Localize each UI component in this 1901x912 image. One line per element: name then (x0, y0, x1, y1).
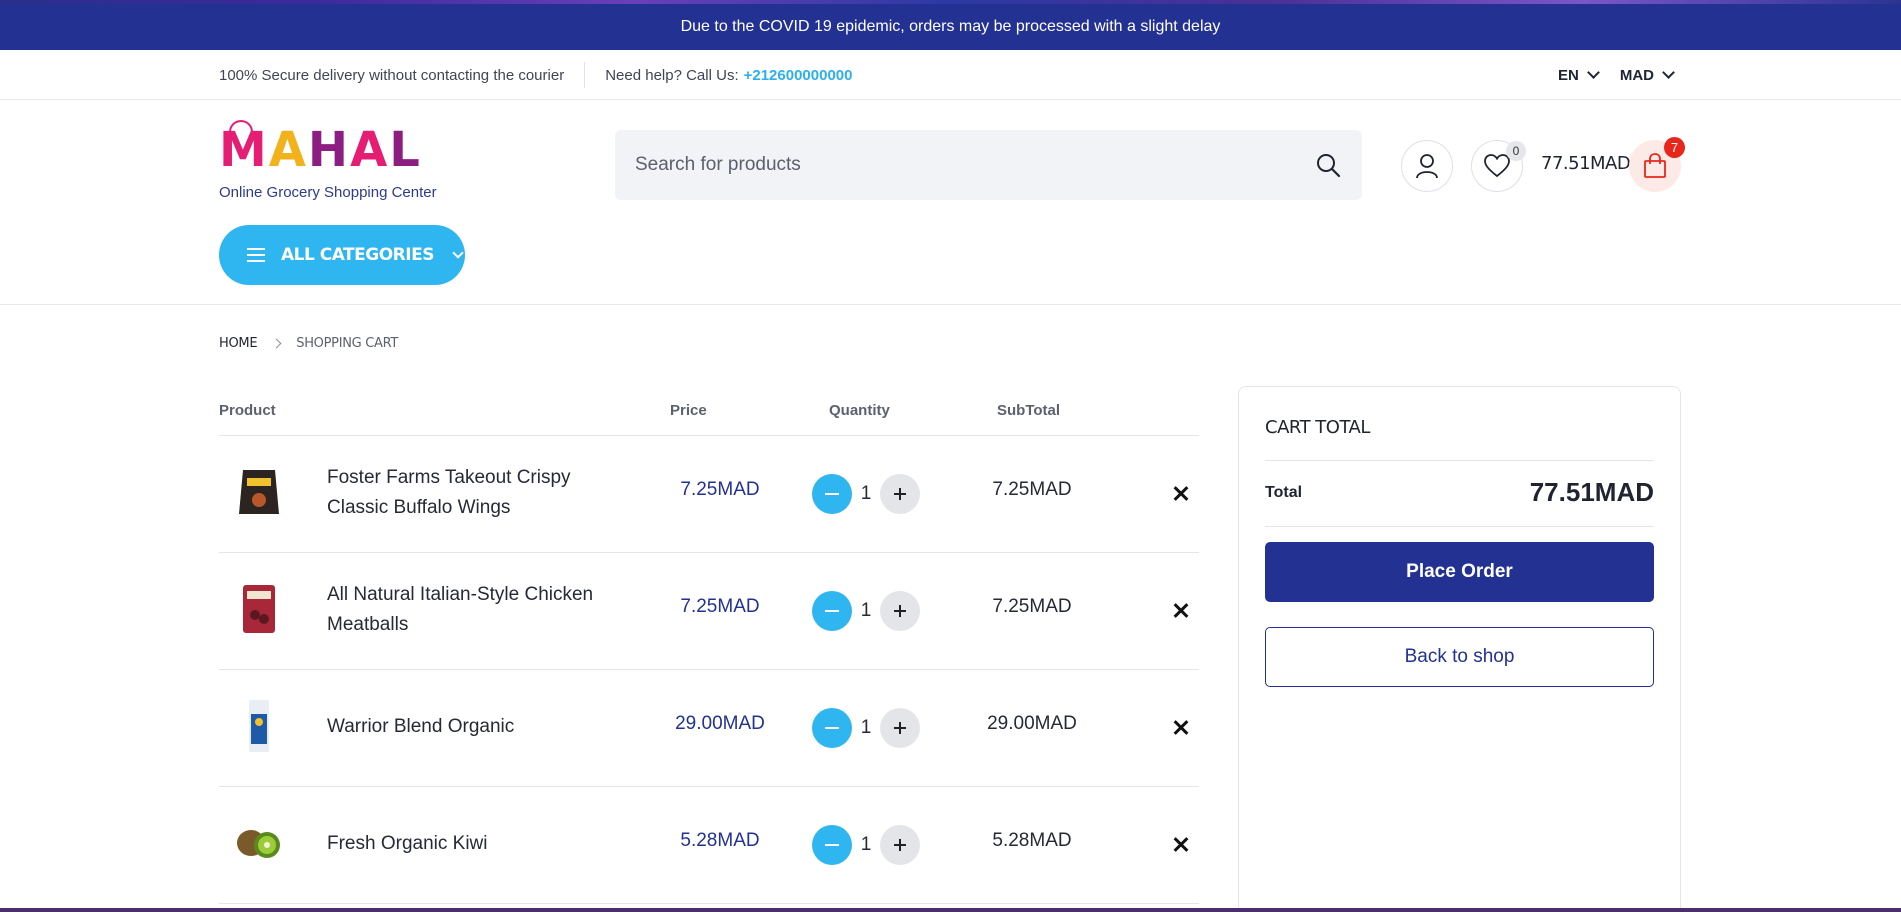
table-header: Product Price Quantity SubTotal (219, 400, 1199, 436)
quantity-value[interactable]: 1 (852, 717, 880, 739)
remove-item-icon[interactable] (1171, 483, 1193, 505)
decrease-quantity-button[interactable] (812, 825, 852, 865)
account-button[interactable] (1401, 140, 1453, 192)
product-name[interactable]: Foster Farms Takeout Crispy Classic Buff… (327, 463, 607, 523)
heart-icon (1484, 154, 1510, 178)
remove-item-icon[interactable] (1171, 600, 1193, 622)
breadcrumb: HOME SHOPPING CART (219, 336, 398, 351)
product-price: 29.00MAD (675, 713, 765, 734)
cart-table: Product Price Quantity SubTotal Foster F… (219, 400, 1199, 904)
product-thumbnail[interactable] (229, 579, 289, 639)
remove-item-icon[interactable] (1171, 717, 1193, 739)
chevron-down-icon (1662, 66, 1675, 79)
decrease-quantity-button[interactable] (812, 474, 852, 514)
cart-total-panel: CART TOTAL Total 77.51MAD Place Order Ba… (1238, 386, 1681, 912)
cart-total-title: CART TOTAL (1265, 417, 1370, 438)
quantity-stepper: 1 (812, 825, 920, 865)
product-price: 5.28MAD (680, 830, 760, 851)
product-thumbnail[interactable] (229, 813, 289, 873)
header-product: Product (219, 402, 276, 419)
logo-tagline: Online Grocery Shopping Center (219, 184, 437, 201)
help-text: Need help? Call Us: (605, 66, 739, 84)
decrease-quantity-button[interactable] (812, 708, 852, 748)
total-value: 77.51MAD (1529, 477, 1654, 507)
header-subtotal: SubTotal (997, 402, 1061, 419)
increase-quantity-button[interactable] (880, 708, 920, 748)
info-bar: 100% Secure delivery without contacting … (0, 50, 1901, 100)
product-subtotal: 5.28MAD (992, 830, 1072, 851)
increase-quantity-button[interactable] (880, 591, 920, 631)
divider (584, 62, 586, 88)
chevron-right-icon (271, 338, 282, 349)
shopping-bag-icon (1644, 153, 1666, 178)
chevron-down-icon (1586, 66, 1600, 79)
chevron-down-icon (452, 246, 464, 259)
all-categories-button[interactable]: ALL CATEGORIES (219, 225, 465, 285)
language-dropdown[interactable]: EN (1558, 66, 1600, 84)
increase-quantity-button[interactable] (880, 474, 920, 514)
info-left: 100% Secure delivery without contacting … (219, 50, 852, 100)
delivery-text: 100% Secure delivery without contacting … (219, 66, 565, 84)
breadcrumb-home[interactable]: HOME (219, 336, 258, 351)
product-thumbnail[interactable] (229, 696, 289, 756)
table-row: Warrior Blend Organic 29.00MAD 1 29.00MA… (219, 670, 1199, 787)
user-icon (1416, 154, 1438, 179)
wishlist-count-badge: 0 (1506, 141, 1526, 161)
table-row: Foster Farms Takeout Crispy Classic Buff… (219, 436, 1199, 553)
bottom-edge (0, 908, 1901, 912)
product-thumbnail[interactable] (229, 462, 289, 522)
divider (1265, 460, 1654, 461)
search-input[interactable] (615, 130, 1305, 200)
language-label: EN (1558, 66, 1579, 84)
product-subtotal: 7.25MAD (992, 479, 1072, 500)
product-subtotal: 7.25MAD (992, 596, 1072, 617)
breadcrumb-current: SHOPPING CART (296, 336, 399, 351)
product-subtotal: 29.00MAD (987, 713, 1077, 734)
product-price: 7.25MAD (680, 479, 760, 500)
header-cart-total[interactable]: 77.51MAD (1541, 153, 1631, 174)
quantity-stepper: 1 (812, 708, 920, 748)
quantity-value[interactable]: 1 (852, 834, 880, 856)
announcement-bar: Due to the COVID 19 epidemic, orders may… (0, 4, 1901, 50)
logo[interactable]: MAHAL Online Grocery Shopping Center (219, 120, 459, 206)
info-right: EN MAD (1558, 50, 1675, 100)
all-categories-label: ALL CATEGORIES (281, 245, 434, 265)
back-to-shop-button[interactable]: Back to shop (1265, 627, 1654, 687)
currency-label: MAD (1619, 66, 1655, 84)
remove-item-icon[interactable] (1171, 834, 1193, 856)
header-quantity: Quantity (829, 402, 890, 419)
header-price: Price (670, 402, 707, 419)
product-name[interactable]: All Natural Italian-Style Chicken Meatba… (327, 580, 607, 640)
place-order-button[interactable]: Place Order (1265, 542, 1654, 602)
phone-link[interactable]: +212600000000 (744, 67, 853, 84)
quantity-stepper: 1 (812, 591, 920, 631)
quantity-stepper: 1 (812, 474, 920, 514)
site-header: MAHAL Online Grocery Shopping Center ALL… (0, 100, 1901, 305)
product-price: 7.25MAD (680, 596, 760, 617)
decrease-quantity-button[interactable] (812, 591, 852, 631)
search-bar (615, 130, 1362, 200)
minus-icon (825, 727, 839, 729)
product-name[interactable]: Fresh Organic Kiwi (327, 829, 607, 859)
search-icon[interactable] (1315, 152, 1341, 178)
quantity-value[interactable]: 1 (852, 600, 880, 622)
cart-count-badge: 7 (1664, 137, 1685, 158)
quantity-value[interactable]: 1 (852, 483, 880, 505)
table-row: Fresh Organic Kiwi 5.28MAD 1 5.28MAD (219, 787, 1199, 904)
increase-quantity-button[interactable] (880, 825, 920, 865)
menu-icon (247, 248, 265, 262)
announcement-text: Due to the COVID 19 epidemic, orders may… (680, 18, 1221, 35)
divider (1265, 526, 1654, 527)
currency-dropdown[interactable]: MAD (1619, 66, 1675, 84)
product-name[interactable]: Warrior Blend Organic (327, 712, 607, 742)
minus-icon (825, 844, 839, 846)
logo-wordmark: MAHAL (219, 122, 422, 178)
total-label: Total (1265, 484, 1303, 501)
minus-icon (825, 493, 839, 495)
minus-icon (825, 610, 839, 612)
table-row: All Natural Italian-Style Chicken Meatba… (219, 553, 1199, 670)
